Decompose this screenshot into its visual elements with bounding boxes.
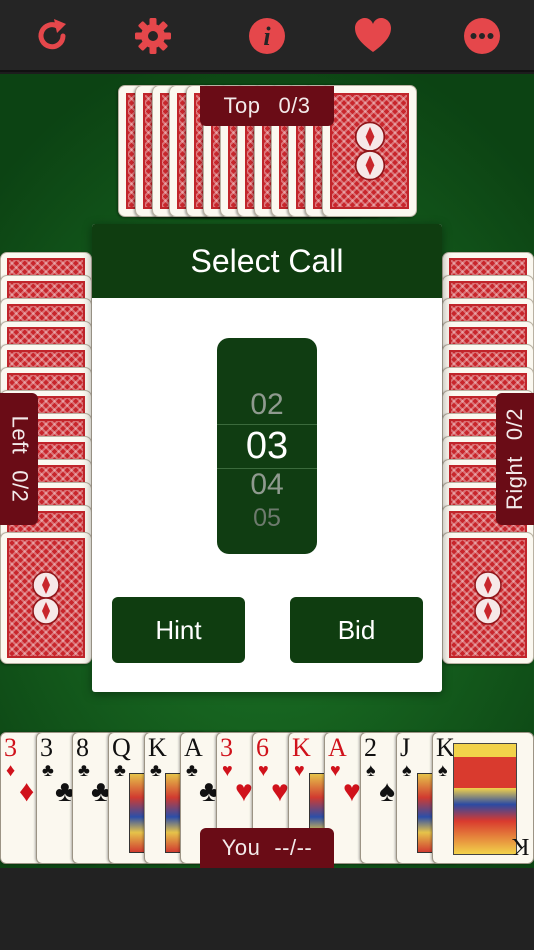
card-pip: ♦ <box>19 775 35 808</box>
seat-name-you: You <box>221 835 261 860</box>
settings-button[interactable] <box>131 14 175 58</box>
card-rank: A <box>328 733 347 762</box>
left-card-back <box>0 532 92 664</box>
card-rank: A <box>184 733 203 762</box>
info-button[interactable]: i <box>245 14 289 58</box>
call-picker[interactable]: 02 03 04 05 <box>217 338 317 554</box>
card-rank: K <box>292 733 311 762</box>
picker-option[interactable]: 04 <box>217 468 317 502</box>
more-icon <box>464 18 500 54</box>
refresh-icon <box>38 19 66 50</box>
seat-name-top: Top <box>223 93 261 118</box>
card-suit: ♥ <box>294 760 305 780</box>
card-suit: ♥ <box>330 760 341 780</box>
card-pip: ♥ <box>235 775 253 808</box>
card-pip: ♠ <box>379 775 395 808</box>
card-rank: 6 <box>256 733 269 762</box>
card-suit: ♠ <box>402 760 412 780</box>
card-rank: 3 <box>220 733 233 762</box>
picker-option[interactable]: 02 <box>217 388 317 422</box>
select-call-dialog: Select Call 02 03 04 05 Hint Bid <box>92 224 442 692</box>
card-rank: J <box>400 733 411 762</box>
info-icon: i <box>249 18 285 54</box>
toolbar: i <box>0 0 534 72</box>
card-suit: ♥ <box>258 760 269 780</box>
card-rank: 3 <box>40 733 53 762</box>
hint-button[interactable]: Hint <box>112 597 245 663</box>
dialog-title: Select Call <box>92 224 442 298</box>
seat-score-right: 0/2 <box>502 408 528 441</box>
card-rank: Q <box>112 733 131 762</box>
card-suit: ♠ <box>438 760 448 780</box>
picker-option[interactable]: 05 <box>217 504 317 533</box>
seat-label-you: You --/-- <box>200 828 334 868</box>
bottom-bar <box>0 868 534 950</box>
card-pip: ♥ <box>271 775 289 808</box>
card-suit: ♣ <box>114 760 126 780</box>
right-card-back <box>442 532 534 664</box>
hand-card[interactable]: K ♠ K <box>432 732 534 864</box>
card-suit: ♦ <box>6 760 16 780</box>
face-portrait <box>165 773 181 853</box>
card-pip: ♥ <box>343 775 361 808</box>
heart-icon <box>355 18 391 52</box>
seat-label-right: Right 0/2 <box>496 393 534 525</box>
king-portrait <box>453 743 517 855</box>
top-card-back <box>322 85 417 217</box>
card-rank: 3 <box>4 733 17 762</box>
card-suit: ♣ <box>150 760 162 780</box>
face-portrait <box>129 773 145 853</box>
seat-score-left: 0/2 <box>7 470 33 503</box>
seat-name-left: Left <box>7 415 33 455</box>
card-suit: ♣ <box>42 760 54 780</box>
card-rank: 8 <box>76 733 89 762</box>
svg-text:i: i <box>263 22 271 51</box>
picker-option-selected[interactable]: 03 <box>217 425 317 468</box>
card-rank: 2 <box>364 733 377 762</box>
face-portrait <box>417 773 433 853</box>
bid-button[interactable]: Bid <box>290 597 423 663</box>
gear-icon <box>135 18 171 54</box>
card-rank: K <box>436 733 455 762</box>
seat-label-left: Left 0/2 <box>0 393 38 525</box>
favorite-button[interactable] <box>351 14 395 58</box>
card-suit: ♥ <box>222 760 233 780</box>
card-suit: ♣ <box>186 760 198 780</box>
more-button[interactable] <box>460 14 504 58</box>
refresh-button[interactable] <box>30 14 74 58</box>
game-screen: i Top 0/3 Left 0/2 Right 0/2 Select Call… <box>0 0 534 950</box>
card-suit: ♠ <box>366 760 376 780</box>
card-rank: K <box>148 733 167 762</box>
seat-name-right: Right <box>502 456 528 510</box>
seat-label-top: Top 0/3 <box>200 86 334 126</box>
card-rank-bottom: K <box>511 833 529 859</box>
seat-score-you: --/-- <box>274 835 313 860</box>
card-suit: ♣ <box>78 760 90 780</box>
seat-score-top: 0/3 <box>278 93 311 118</box>
